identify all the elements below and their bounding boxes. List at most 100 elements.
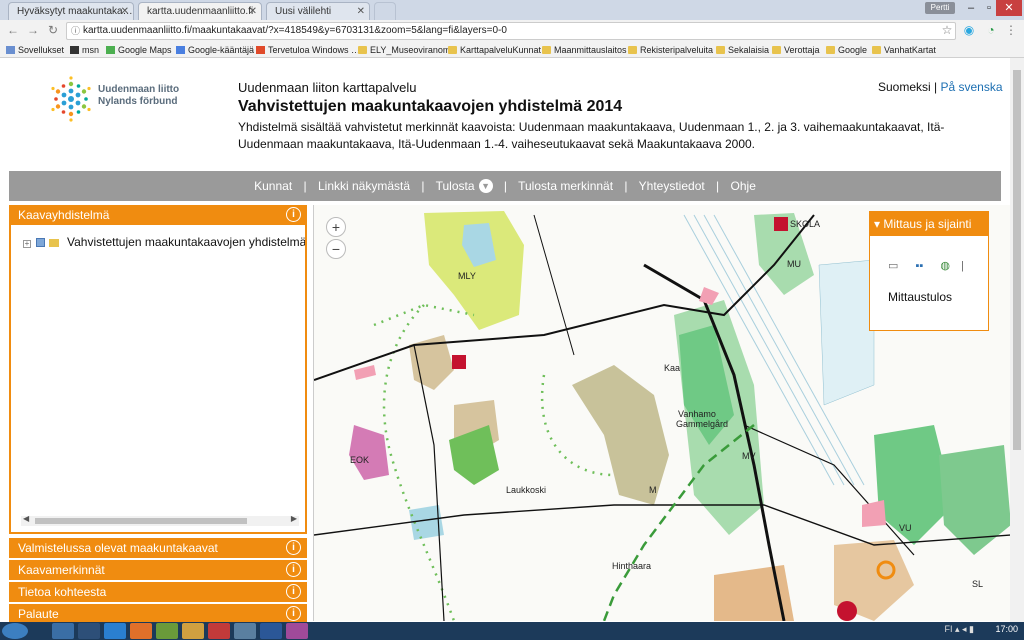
scroll-right-icon[interactable]: ▶ (291, 514, 297, 523)
tree-item-label: Vahvistettujen maakuntakaavojen yhdistel… (67, 235, 307, 249)
horizontal-scrollbar[interactable]: ◀ ▶ (21, 514, 299, 526)
panel-kaavamerkinnat-header[interactable]: Kaavamerkinnät i (9, 560, 307, 580)
panel-palaute-header[interactable]: Palaute i (9, 604, 307, 622)
measure-area-icon[interactable]: ▪▪ (915, 260, 923, 272)
bookmark-label: Verottaja (784, 45, 820, 55)
panel-title: Tietoa kohteesta (18, 585, 107, 599)
layer-checkbox[interactable] (36, 238, 45, 247)
bookmark-vanhatkartat[interactable]: VanhatKartat (872, 43, 936, 57)
bookmark-sekalaisia[interactable]: Sekalaisia (716, 43, 769, 57)
start-button[interactable] (2, 623, 28, 639)
forward-icon[interactable]: → (26, 23, 40, 37)
bookmark-msn[interactable]: msn (70, 43, 99, 57)
nav-yhteystiedot[interactable]: Yhteystiedot (639, 179, 705, 193)
tab-title: Uusi välilehti (275, 6, 332, 17)
zoom-out-button[interactable]: − (326, 239, 346, 259)
pdf-icon[interactable] (208, 623, 230, 639)
extension-icon[interactable]: ◔ (984, 23, 998, 37)
taskbar-app-icon[interactable] (182, 623, 204, 639)
globe-icon[interactable]: ◍ (940, 260, 950, 272)
settlement-marker (837, 601, 857, 621)
bookmark-verottaja[interactable]: Verottaja (772, 43, 820, 57)
settlement-marker (452, 355, 466, 369)
page-info-icon[interactable]: ⓘ (71, 23, 80, 39)
taskbar-app-icon[interactable] (286, 623, 308, 639)
info-icon[interactable]: i (286, 207, 301, 222)
taskbar-app-icon[interactable] (234, 623, 256, 639)
bookmark-label: Sovellukset (18, 45, 65, 55)
tab-kartta[interactable]: kartta.uudenmaanliitto.fi ✕ (138, 2, 262, 20)
taskbar-app-icon[interactable] (78, 623, 100, 639)
bookmark-star-icon[interactable]: ☆ (940, 23, 954, 37)
panel-tietoa-kohteesta-header[interactable]: Tietoa kohteesta i (9, 582, 307, 602)
map-label: Laukkoski (506, 485, 546, 495)
bookmark-maanmittauslaitos[interactable]: Maanmittauslaitos (542, 43, 627, 57)
firefox-icon[interactable] (130, 623, 152, 639)
triangle-down-icon: ▾ (874, 217, 881, 231)
tab-uusi[interactable]: Uusi välilehti ✕ (266, 2, 370, 20)
nav-linkki[interactable]: Linkki näkymästä (318, 179, 410, 193)
nav-ohje[interactable]: Ohje (731, 179, 756, 193)
address-bar-url: kartta.uudenmaanliitto.fi/maakuntakaavat… (83, 25, 507, 36)
bookmarks-bar: Sovellukset msn Google Maps Google-käänt… (0, 42, 1024, 58)
close-tab-icon[interactable]: ✕ (357, 3, 365, 20)
close-tab-icon[interactable]: ✕ (121, 3, 129, 20)
info-icon[interactable]: i (286, 540, 301, 555)
address-bar[interactable]: ⓘ kartta.uudenmaanliitto.fi/maakuntakaav… (66, 22, 956, 40)
nav-kunnat[interactable]: Kunnat (254, 179, 292, 193)
map-label: M (649, 485, 657, 495)
close-tab-icon[interactable]: ✕ (249, 3, 257, 20)
tree-item[interactable]: + Vahvistettujen maakuntakaavojen yhdiste… (23, 235, 307, 249)
uudenmaan-liitto-logo[interactable] (46, 74, 96, 124)
chevron-down-icon[interactable]: ▼ (478, 179, 493, 193)
input-language[interactable]: FI (945, 624, 953, 634)
ie-icon[interactable] (104, 623, 126, 639)
panel-kaavayhdistelma-header[interactable]: Kaavayhdistelmä i (9, 205, 307, 225)
new-tab-button[interactable] (374, 2, 396, 20)
bookmark-sovellukset[interactable]: Sovellukset (6, 43, 64, 57)
nav-tulosta[interactable]: Tulosta (436, 179, 475, 193)
folder-icon (628, 46, 637, 54)
bookmark-label: Tervetuloa Windows … (268, 45, 361, 55)
chrome-icon[interactable] (156, 623, 178, 639)
bookmark-karttapalvelukunnat[interactable]: KarttapalveluKunnat (448, 43, 541, 57)
user-badge[interactable]: Pertti (925, 2, 955, 14)
bookmark-windows[interactable]: Tervetuloa Windows … (256, 43, 360, 57)
info-icon[interactable]: i (286, 606, 301, 621)
maps-icon (106, 46, 115, 54)
extension-icon[interactable]: ◉ (962, 23, 976, 37)
bookmark-ely[interactable]: ELY_Museoviranom (358, 43, 450, 57)
system-tray[interactable]: FI ▴ ◂ ▮ (945, 624, 975, 635)
explorer-icon[interactable] (52, 623, 74, 639)
close-window-icon[interactable]: ✕ (996, 0, 1022, 16)
zoom-in-button[interactable]: + (326, 217, 346, 237)
folder-icon (716, 46, 725, 54)
bookmark-google[interactable]: Google (826, 43, 867, 57)
back-icon[interactable]: ← (6, 23, 20, 37)
separator-bar: | (961, 260, 964, 272)
tab-title: Hyväksytyt maakuntaka… (17, 6, 133, 17)
bookmark-google-maps[interactable]: Google Maps (106, 43, 172, 57)
map-view[interactable]: MLY M MU MV VU EOK SL Laukkoski Hinthaar… (313, 205, 1010, 621)
info-icon[interactable]: i (286, 584, 301, 599)
info-icon[interactable]: i (286, 562, 301, 577)
expand-icon[interactable]: + (23, 240, 31, 248)
page-scrollbar[interactable] (1010, 58, 1024, 622)
bookmark-label: Maanmittauslaitos (554, 45, 627, 55)
word-icon[interactable] (260, 623, 282, 639)
tab-hyvaksytyt[interactable]: Hyväksytyt maakuntaka… ✕ (8, 2, 134, 20)
scroll-left-icon[interactable]: ◀ (23, 514, 29, 523)
lang-swedish-link[interactable]: På svenska (941, 80, 1003, 94)
nav-tulosta-merkinnat[interactable]: Tulosta merkinnät (518, 179, 613, 193)
measure-line-icon[interactable]: ▭ (888, 260, 898, 272)
measure-panel-header[interactable]: ▾ Mittaus ja sijainti (870, 212, 988, 236)
reload-icon[interactable]: ↻ (46, 23, 60, 37)
panel-valmistelussa-header[interactable]: Valmistelussa olevat maakuntakaavat i (9, 538, 307, 558)
bookmark-google-translate[interactable]: Google-kääntäjä (176, 43, 254, 57)
bookmark-rekisteripalveluita[interactable]: Rekisteripalveluita (628, 43, 713, 57)
scrollbar-thumb[interactable] (35, 518, 247, 524)
menu-icon[interactable]: ⋮ (1004, 23, 1018, 37)
map-label: EOK (350, 455, 369, 465)
scrollbar-thumb[interactable] (1013, 70, 1021, 450)
clock[interactable]: 17:00 (995, 624, 1018, 634)
